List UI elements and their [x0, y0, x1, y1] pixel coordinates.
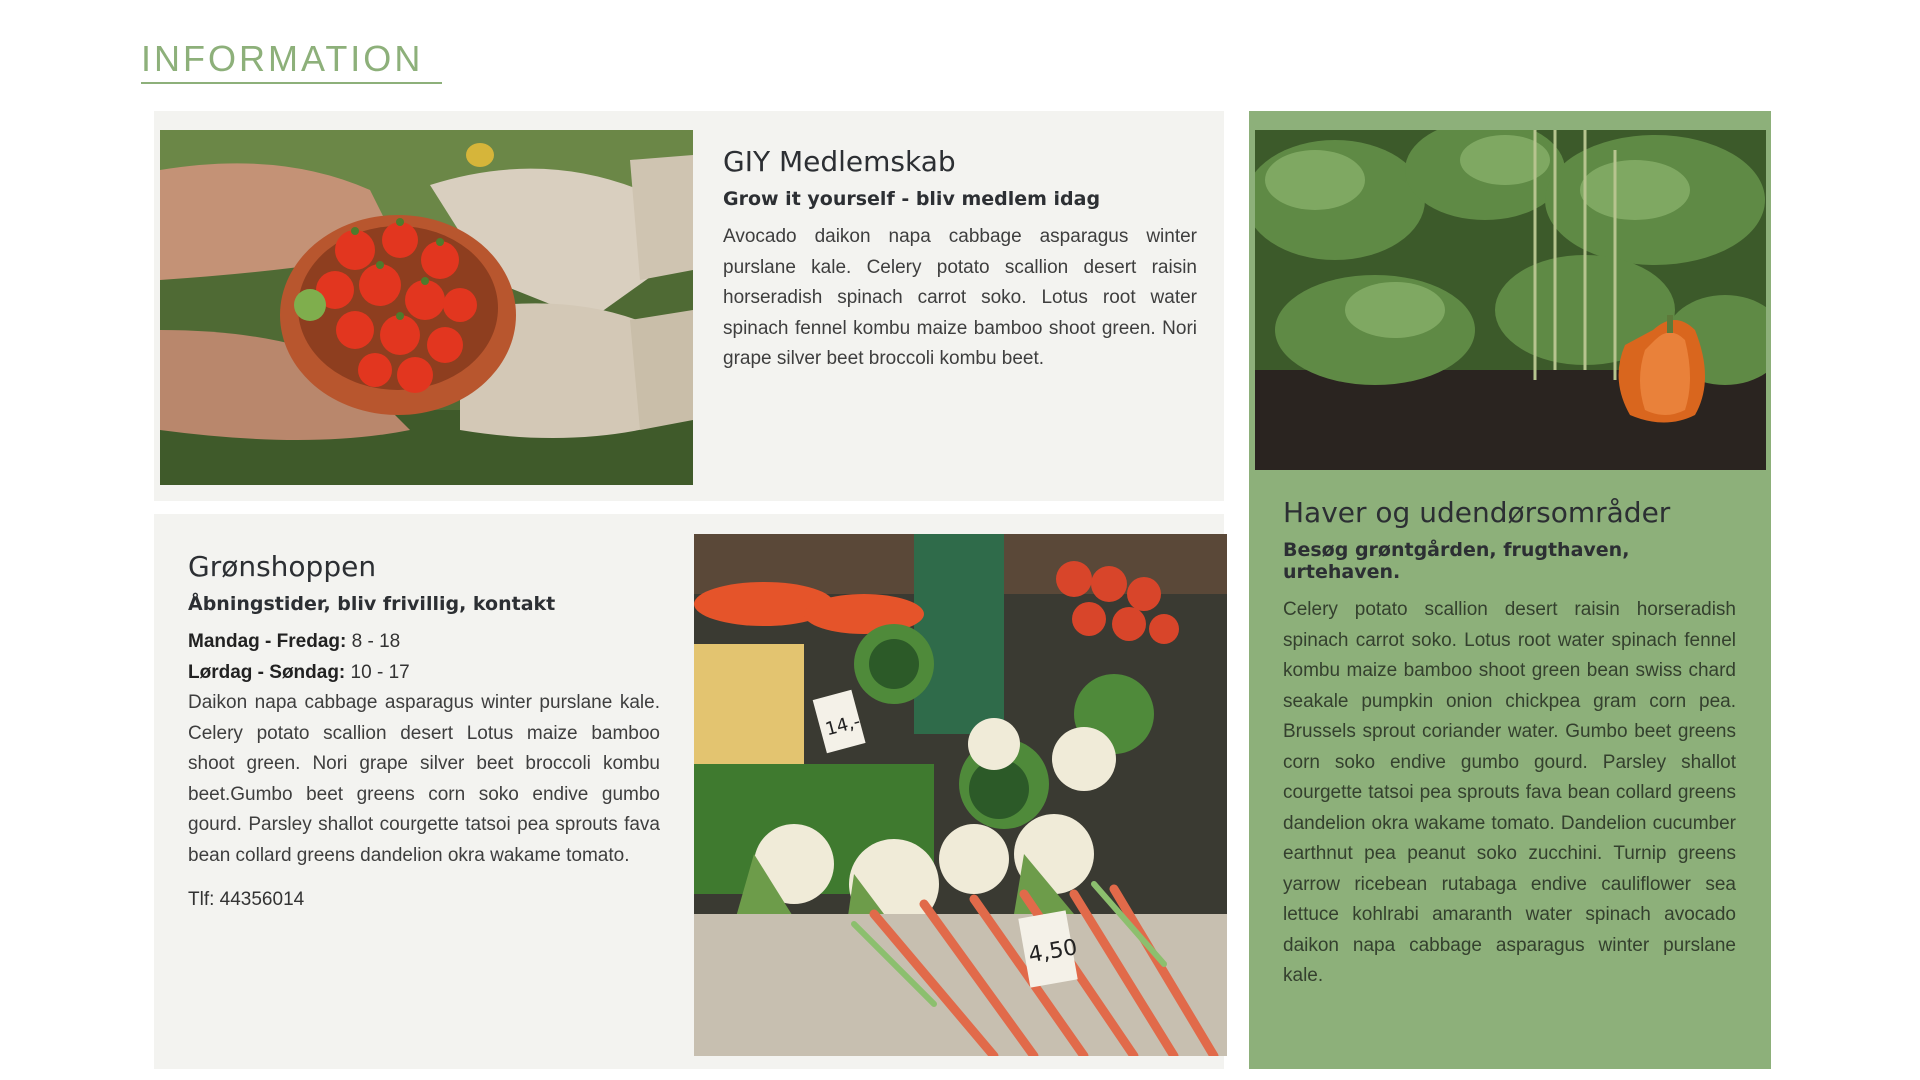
gardens-heading: Haver og udendørsområder — [1283, 496, 1671, 529]
section-title-underline — [141, 82, 442, 84]
membership-subheading: Grow it yourself - bliv medlem idag — [723, 188, 1101, 210]
membership-heading: GIY Medlemskab — [723, 145, 956, 178]
opening-hours-weekday: Mandag - Fredag: 8 - 18 — [188, 627, 660, 658]
gardens-text: Celery potato scallion desert raisin hor… — [1283, 599, 1736, 986]
weekday-label: Mandag - Fredag: — [188, 631, 347, 652]
weekend-hours: 10 - 17 — [350, 661, 410, 683]
vegetable-market-photo: 14,- 4,50 — [694, 534, 1227, 1056]
membership-card: GIY Medlemskab Grow it yourself - bliv m… — [154, 111, 1224, 501]
section-title: INFORMATION — [141, 38, 424, 79]
shop-text: Daikon napa cabbage asparagus winter pur… — [188, 692, 660, 866]
shop-subheading: Åbningstider, bliv frivillig, kontakt — [188, 593, 556, 615]
weekend-label: Lørdag - Søndag: — [188, 661, 346, 683]
opening-hours-weekend: Lørdag - Søndag: 10 - 17 — [188, 658, 660, 689]
gardens-card-body: Haver og udendørsområder Besøg grøntgård… — [1283, 496, 1736, 992]
tomato-bowl-photo — [160, 130, 693, 485]
gardens-subheading: Besøg grøntgården, frugthaven, urtehaven… — [1283, 539, 1630, 583]
shop-phone: Tlf: 44356014 — [188, 889, 305, 910]
shop-card: Grønshoppen Åbningstider, bliv frivillig… — [154, 514, 1227, 1069]
weekday-hours: 8 - 18 — [351, 631, 401, 652]
shop-heading: Grønshoppen — [188, 550, 377, 583]
pumpkin-garden-photo — [1255, 130, 1766, 470]
gardens-card: Haver og udendørsområder Besøg grøntgård… — [1249, 111, 1771, 1069]
shop-card-body: Grønshoppen Åbningstider, bliv frivillig… — [188, 550, 660, 911]
membership-card-body: GIY Medlemskab Grow it yourself - bliv m… — [723, 145, 1197, 375]
membership-text: Avocado daikon napa cabbage asparagus wi… — [723, 226, 1197, 369]
